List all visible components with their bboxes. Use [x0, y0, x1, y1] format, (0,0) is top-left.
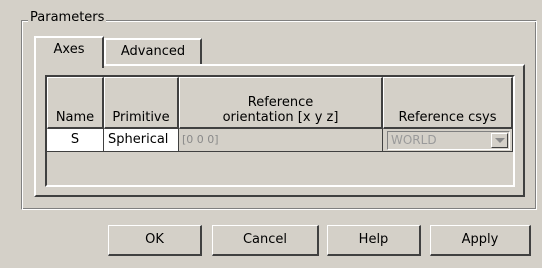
column-header-reference-orientation: Reference orientation [x y z]	[179, 77, 383, 129]
column-header-primitive: Primitive	[104, 77, 179, 129]
chevron-down-icon	[491, 133, 508, 148]
column-header-name: Name	[47, 77, 104, 129]
cancel-button[interactable]: Cancel	[212, 225, 319, 256]
tab-axes[interactable]: Axes	[34, 36, 104, 68]
reference-csys-value: WORLD	[391, 133, 437, 147]
parameters-group-title: Parameters	[28, 9, 107, 27]
ok-button[interactable]: OK	[108, 225, 202, 256]
reference-csys-dropdown: WORLD	[387, 131, 510, 150]
cell-reference-orientation: [0 0 0]	[179, 129, 383, 152]
apply-button[interactable]: Apply	[430, 225, 531, 256]
axes-table: Name Primitive Reference orientation [x …	[45, 75, 515, 187]
cell-primitive[interactable]: Spherical	[104, 129, 179, 152]
tab-advanced[interactable]: Advanced	[104, 38, 202, 65]
help-button[interactable]: Help	[327, 225, 421, 256]
cell-name[interactable]: S	[47, 129, 104, 152]
column-header-reference-csys: Reference csys	[383, 77, 513, 129]
